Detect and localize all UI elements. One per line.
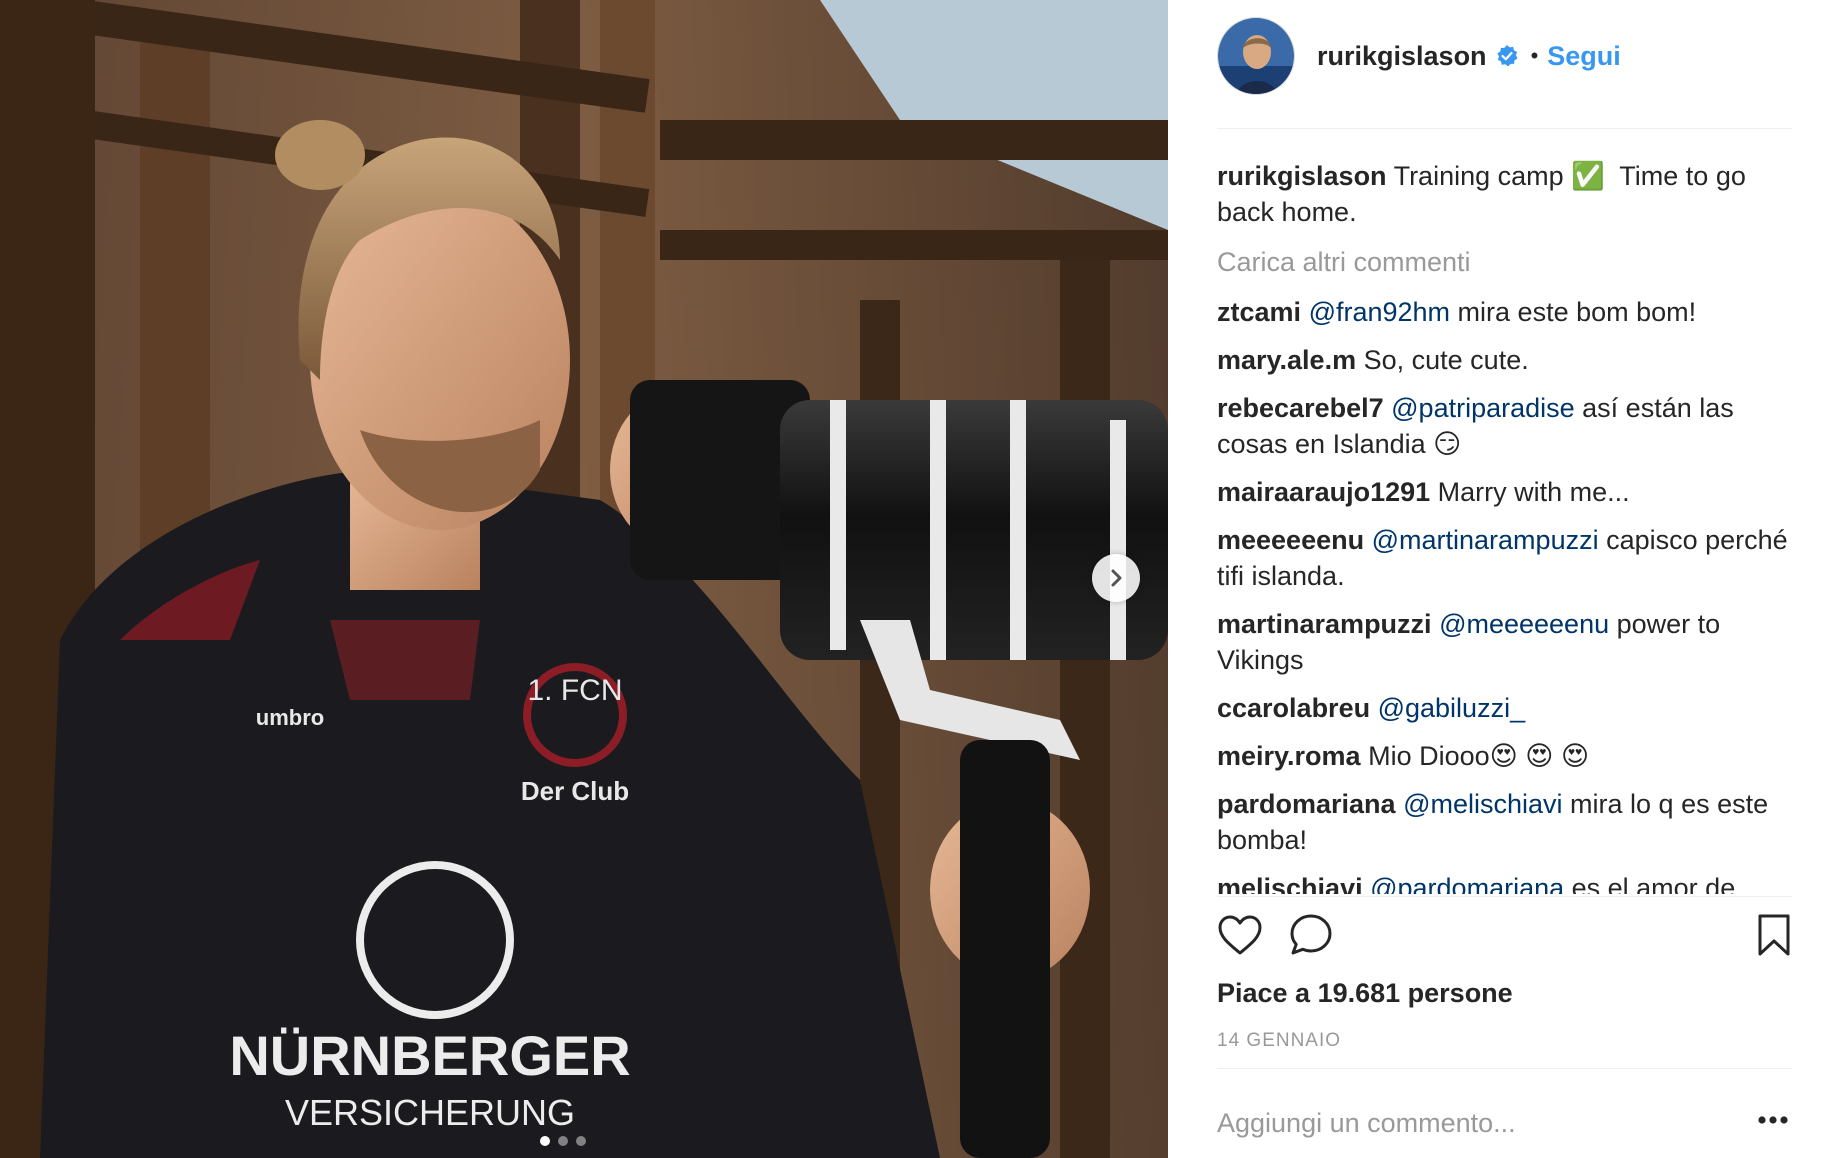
carousel-dot	[558, 1136, 568, 1146]
comment-username[interactable]: melischiavi	[1217, 873, 1363, 894]
post-sidebar: rurikgislason • Segui rurikgislason Trai…	[1168, 0, 1826, 1158]
comment-username[interactable]: ztcami	[1217, 297, 1301, 327]
save-button[interactable]	[1756, 913, 1792, 957]
comment-mention[interactable]: @gabiluzzi_	[1378, 693, 1526, 723]
divider	[1217, 1068, 1792, 1069]
comment-text: Mio Diooo😍 😍 😍	[1368, 741, 1590, 771]
comment-mention[interactable]: @fran92hm	[1309, 297, 1450, 327]
post-date[interactable]: 14 GENNAIO	[1217, 1030, 1341, 1052]
next-photo-button[interactable]	[1092, 554, 1140, 602]
avatar[interactable]	[1217, 17, 1295, 95]
comment-item: rebecarebel7 @patriparadise así están la…	[1217, 390, 1792, 462]
comment-text: mira este bom bom!	[1450, 297, 1697, 327]
divider	[1217, 128, 1792, 129]
photo-illustration: 1. FCN Der Club umbro NÜRNBERGER VERSICH…	[0, 0, 1168, 1158]
comment-mention[interactable]: @pardomariana	[1370, 873, 1564, 894]
check-emoji: ✅	[1571, 161, 1605, 191]
divider	[1217, 896, 1792, 897]
more-options-button[interactable]	[1758, 1112, 1788, 1130]
post-header: rurikgislason • Segui	[1217, 16, 1777, 96]
comment-item: meiry.roma Mio Diooo😍 😍 😍	[1217, 738, 1792, 774]
club-name-text: Der Club	[521, 776, 629, 806]
caption-username[interactable]: rurikgislason	[1217, 161, 1387, 191]
chevron-right-icon	[1111, 569, 1122, 587]
comment-item: melischiavi @pardomariana es el amor de	[1217, 870, 1792, 894]
comment-username[interactable]: meiry.roma	[1217, 741, 1361, 771]
header-separator: •	[1530, 43, 1539, 68]
more-options-icon	[1758, 1116, 1788, 1124]
comment-username[interactable]: rebecarebel7	[1217, 393, 1384, 423]
brand-text: umbro	[256, 705, 324, 730]
comment-container: ztcami @fran92hm mira este bom bom! mary.…	[1217, 294, 1792, 894]
post-caption: rurikgislason Training camp ✅ Time to go…	[1217, 158, 1792, 230]
like-button[interactable]	[1217, 914, 1263, 956]
heart-icon	[1218, 915, 1262, 955]
comment-username[interactable]: mary.ale.m	[1217, 345, 1356, 375]
load-more-comments-link[interactable]: Carica altri commenti	[1217, 244, 1792, 280]
comment-mention[interactable]: @melischiavi	[1403, 789, 1562, 819]
avatar-image	[1218, 18, 1294, 94]
comment-item: ztcami @fran92hm mira este bom bom!	[1217, 294, 1792, 330]
comment-username[interactable]: martinarampuzzi	[1217, 609, 1432, 639]
comment-item: pardomariana @melischiavi mira lo q es e…	[1217, 786, 1792, 858]
comment-username[interactable]: ccarolabreu	[1217, 693, 1370, 723]
comment-item: meeeeeenu @martinarampuzzi capisco perch…	[1217, 522, 1792, 594]
author-username[interactable]: rurikgislason	[1317, 41, 1487, 72]
comment-text: Marry with me...	[1437, 477, 1630, 507]
verified-badge-icon	[1495, 44, 1519, 68]
bookmark-icon	[1758, 914, 1790, 956]
instagram-post: 1. FCN Der Club umbro NÜRNBERGER VERSICH…	[0, 0, 1826, 1158]
follow-button[interactable]: Segui	[1547, 41, 1621, 72]
comment-icon	[1290, 914, 1332, 955]
comment-item: ccarolabreu @gabiluzzi_	[1217, 690, 1792, 726]
comment-item: mary.ale.m So, cute cute.	[1217, 342, 1792, 378]
comment-username[interactable]: meeeeeenu	[1217, 525, 1364, 555]
comment-username[interactable]: mairaaraujo1291	[1217, 477, 1430, 507]
comments-list[interactable]: rurikgislason Training camp ✅ Time to go…	[1217, 158, 1792, 894]
likes-count[interactable]: Piace a 19.681 persone	[1217, 978, 1513, 1009]
action-bar	[1217, 910, 1792, 960]
carousel-dot	[540, 1136, 550, 1146]
club-badge-text: 1. FCN	[527, 674, 622, 707]
comment-text: So, cute cute.	[1363, 345, 1529, 375]
add-comment-input[interactable]	[1217, 1098, 1739, 1148]
jacket-print-text: NÜRNBERGER	[229, 1024, 630, 1087]
comment-username[interactable]: pardomariana	[1217, 789, 1396, 819]
carousel-indicator	[540, 1136, 586, 1146]
comment-item: mairaaraujo1291 Marry with me...	[1217, 474, 1792, 510]
carousel-dot	[576, 1136, 586, 1146]
jacket-print-text-2: VERSICHERUNG	[285, 1092, 575, 1133]
comment-button[interactable]	[1289, 913, 1333, 957]
caption-text: Training camp	[1393, 161, 1564, 191]
comment-mention[interactable]: @martinarampuzzi	[1372, 525, 1599, 555]
post-photo[interactable]: 1. FCN Der Club umbro NÜRNBERGER VERSICH…	[0, 0, 1168, 1158]
comment-mention[interactable]: @patriparadise	[1391, 393, 1575, 423]
comment-mention[interactable]: @meeeeeenu	[1439, 609, 1609, 639]
comment-text: es el amor de	[1564, 873, 1736, 894]
comment-item: martinarampuzzi @meeeeeenu power to Viki…	[1217, 606, 1792, 678]
